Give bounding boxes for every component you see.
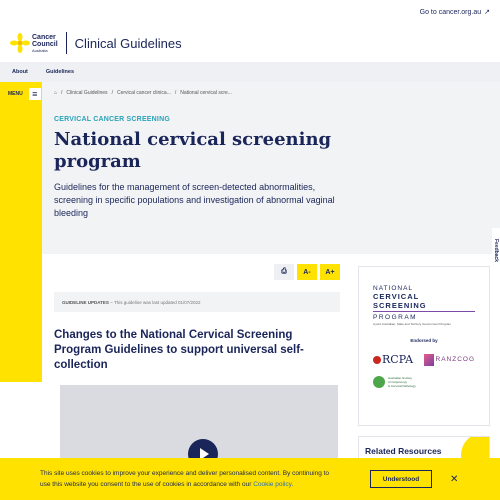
decrease-text-button[interactable]: A- (297, 264, 317, 280)
logo-line-1: Cancer (32, 33, 56, 41)
understood-button[interactable]: Understood (370, 470, 432, 488)
breadcrumb-item-current: National cervical scre... (180, 90, 232, 96)
ranzcog-logo: RANZCOG (423, 353, 476, 366)
main-nav: About Guidelines (0, 62, 500, 82)
logo-text: Cancer Council Australia (32, 34, 58, 53)
asccp-line-3: & Cervical Pathology (388, 384, 416, 388)
rcpa-text: RCPA (382, 353, 414, 366)
breadcrumb-separator: / (174, 90, 177, 96)
print-icon: ⎙ (281, 268, 287, 275)
cookie-message: This site uses cookies to improve your e… (40, 468, 340, 490)
increase-text-button[interactable]: A+ (320, 264, 340, 280)
rcpa-emblem-icon (373, 355, 381, 364)
feedback-tab[interactable]: Feedback (492, 228, 500, 274)
ranzcog-emblem-icon (423, 353, 434, 366)
ranzcog-text: RANZCOG (435, 356, 475, 363)
related-resources-title: Related Resources (365, 446, 442, 456)
cookie-banner: This site uses cookies to improve your e… (0, 458, 500, 500)
logo-line-3: Australia (32, 47, 48, 53)
hamburger-icon: ≡ (28, 88, 41, 100)
cancer-org-link[interactable]: Go to cancer.org.au (420, 9, 481, 16)
page-subtitle: Guidelines for the management of screen-… (54, 182, 335, 218)
endorsed-by-label: Endorsed by (410, 338, 438, 343)
site-title[interactable]: Clinical Guidelines (75, 36, 182, 51)
asccp-emblem-icon (373, 376, 385, 388)
print-button[interactable]: ⎙ (274, 264, 294, 280)
section-title: Changes to the National Cervical Screeni… (54, 329, 304, 371)
external-link-icon: ↗ (484, 9, 490, 16)
nav-item-guidelines[interactable]: Guidelines (46, 69, 74, 75)
menu-sidebar-strip: MENU ≡ (0, 82, 42, 382)
header-divider (65, 32, 67, 54)
update-label: GUIDELINE UPDATES (62, 299, 109, 305)
cookie-policy-link[interactable]: Cookie policy (253, 481, 291, 488)
site-header: Cancer Council Australia Clinical Guidel… (0, 24, 500, 62)
page-tools: ⎙ A- A+ (54, 264, 340, 280)
page-title: National cervical screening program (54, 129, 332, 172)
daffodil-logo-icon (10, 33, 30, 53)
breadcrumb-item-clinical-guidelines[interactable]: Clinical Guidelines (66, 90, 107, 96)
nav-item-about[interactable]: About (12, 69, 28, 75)
ncsp-logo-line-2: CERVICAL SCREENING (373, 292, 475, 312)
rcpa-logo: RCPA (373, 353, 413, 366)
breadcrumb-item-cervical-cancer[interactable]: Cervical cancer clinica... (117, 90, 171, 96)
close-icon[interactable]: ✕ (450, 474, 458, 485)
menu-button[interactable]: MENU ≡ (8, 88, 41, 100)
breadcrumb: ⌂ / Clinical Guidelines / Cervical cance… (54, 82, 500, 104)
asccp-logo: Australian Society of Colposcopy & Cervi… (373, 376, 475, 388)
cookie-text-end: . (291, 481, 294, 488)
asccp-text: Australian Society of Colposcopy & Cervi… (388, 376, 416, 388)
breadcrumb-separator: / (61, 90, 63, 96)
guideline-update-notice: GUIDELINE UPDATES – This guideline was l… (54, 292, 340, 312)
hero-content: ⌂ / Clinical Guidelines / Cervical cance… (42, 82, 500, 254)
home-icon[interactable]: ⌂ (54, 90, 57, 96)
ncsp-logo-tagline: A joint Australian, State and Territory … (373, 322, 451, 326)
ncsp-logo-line-3: PROGRAM (373, 314, 418, 321)
logo-line-2: Council (32, 40, 58, 48)
endorser-logos: RCPA RANZCOG (373, 353, 475, 366)
hero-eyebrow: CERVICAL CANCER SCREENING (54, 116, 170, 123)
breadcrumb-separator: / (111, 90, 113, 96)
update-text: This guideline was last updated 01/07/20… (113, 299, 201, 305)
hero-section: MENU ≡ ⌂ / Clinical Guidelines / Cervica… (0, 82, 500, 382)
top-utility-bar: Go to cancer.org.au ↗ (0, 0, 500, 24)
menu-label: MENU (8, 91, 23, 97)
cancer-council-logo[interactable]: Cancer Council Australia (10, 33, 58, 53)
ncsp-logo-line-1: NATIONAL (373, 285, 414, 292)
ncsp-endorsement-card: NATIONAL CERVICAL SCREENING PROGRAM A jo… (358, 266, 490, 426)
